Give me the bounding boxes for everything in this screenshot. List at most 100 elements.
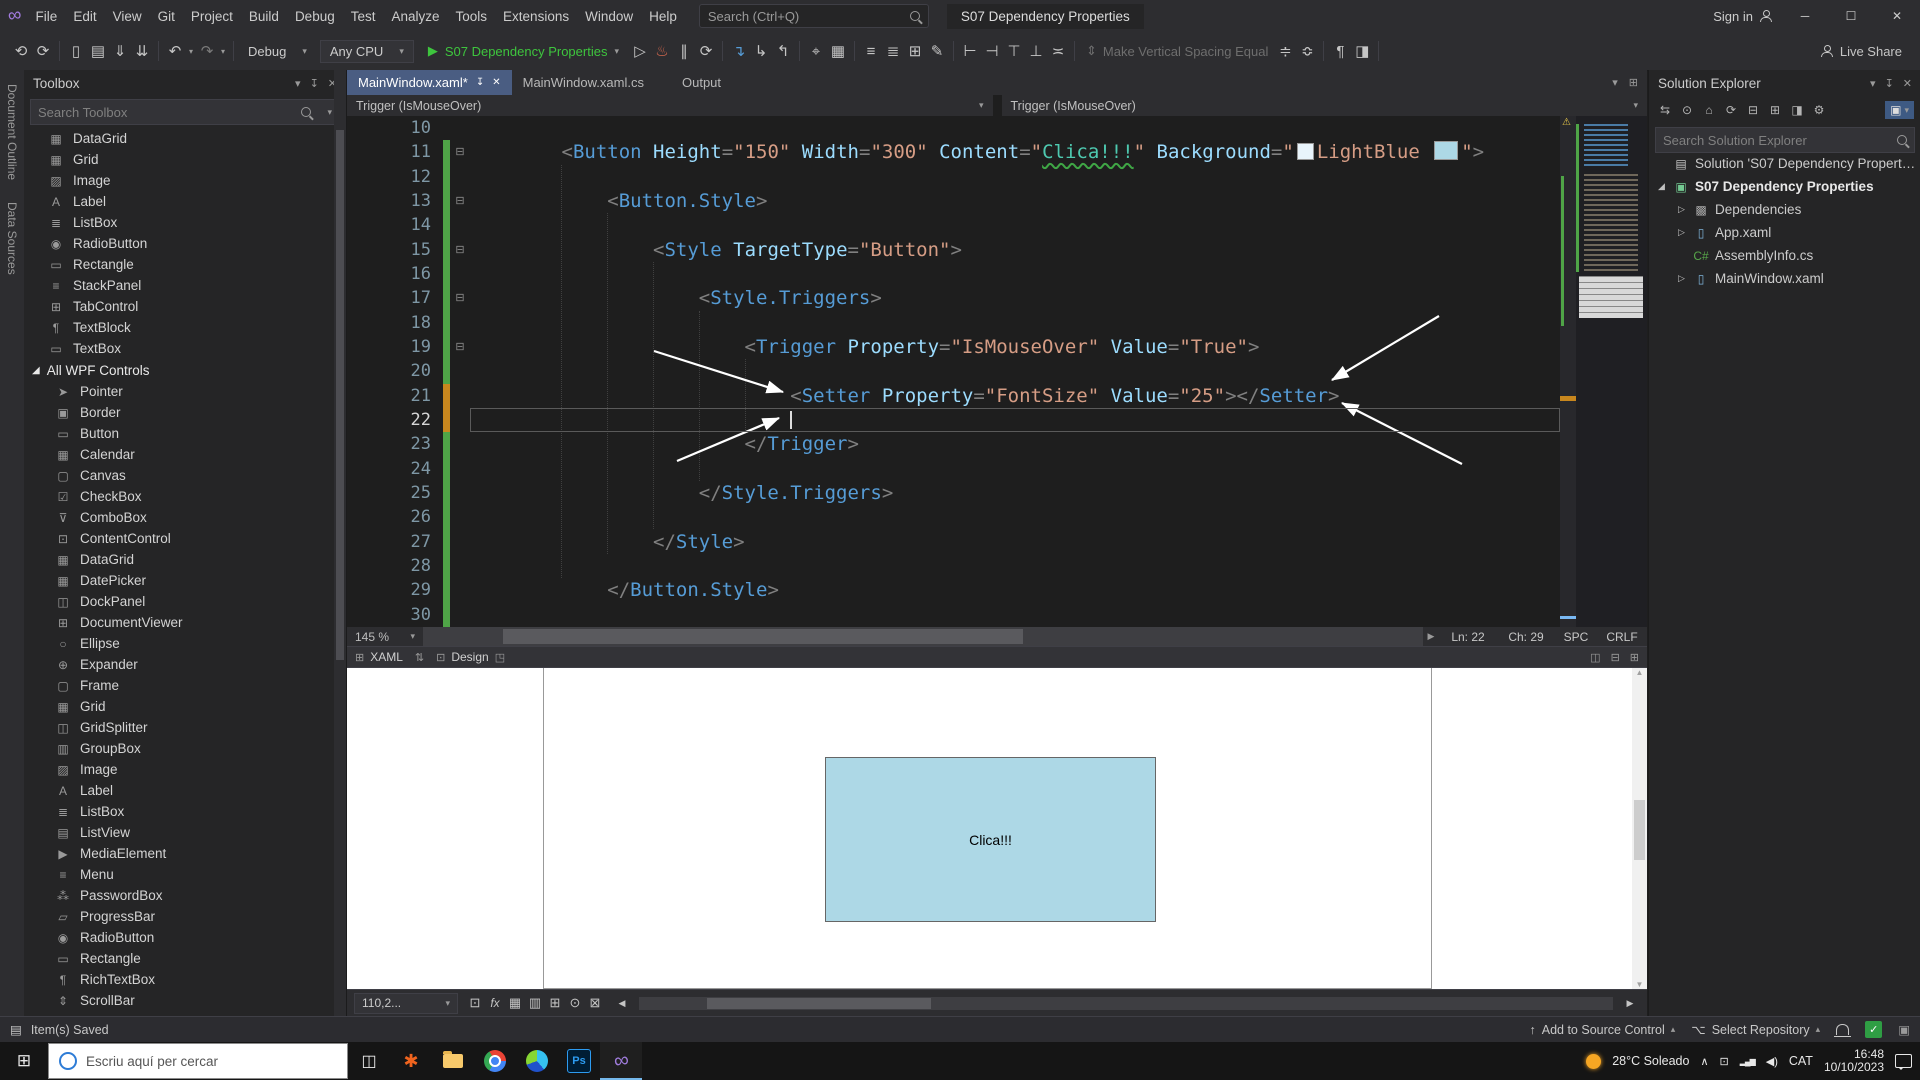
- toolbox-item[interactable]: ≣ ListBox: [24, 212, 334, 233]
- horizontal-scrollbar[interactable]: [423, 627, 1423, 646]
- notifications-bell-icon[interactable]: [1834, 1024, 1852, 1037]
- sign-in-button[interactable]: Sign in: [1703, 9, 1782, 24]
- code-line[interactable]: 12: [347, 164, 1560, 189]
- design-toolbar-icon[interactable]: ⊞: [545, 993, 565, 1013]
- scroll-down-icon[interactable]: ▼: [1636, 980, 1644, 989]
- toolbar-icon[interactable]: ▾: [186, 39, 196, 63]
- collapse-region-icon[interactable]: ⊟: [450, 238, 470, 262]
- visual-studio-taskbar-icon[interactable]: ∞: [600, 1042, 642, 1080]
- code-line[interactable]: 25 </Style.Triggers>: [347, 480, 1560, 506]
- start-debugging-button[interactable]: ▶ S07 Dependency Properties ▾: [418, 43, 629, 59]
- display-tray-icon[interactable]: ⊡: [1720, 1055, 1729, 1068]
- toolbox-item[interactable]: ◉ RadioButton: [24, 927, 334, 948]
- code-line[interactable]: 15 ⊟ <Style TargetType="Button">: [347, 237, 1560, 262]
- taskbar-search-box[interactable]: Escriu aquí per cercar: [48, 1043, 348, 1079]
- code-line[interactable]: 18: [347, 310, 1560, 335]
- design-surface[interactable]: Clica!!! ▲ ▼: [347, 668, 1647, 989]
- toolbox-item[interactable]: A Label: [24, 780, 334, 801]
- menu-item[interactable]: Edit: [65, 6, 104, 27]
- toolbox-item[interactable]: ➤ Pointer: [24, 381, 334, 402]
- collapse-region-icon[interactable]: ⊟: [450, 140, 470, 164]
- editor-tab[interactable]: MainWindow.xaml* ↧ ✕: [347, 70, 512, 95]
- toolbar-icon[interactable]: ◨: [1351, 39, 1373, 63]
- toolbar-icon[interactable]: ∥: [673, 39, 695, 63]
- scroll-right-icon[interactable]: ▶: [1620, 993, 1640, 1013]
- toolbox-item[interactable]: ▦ DataGrid: [24, 128, 334, 149]
- solution-toolbar-icon[interactable]: ⊙: [1678, 100, 1696, 120]
- editor-minimap[interactable]: [1576, 116, 1647, 627]
- design-toolbar-icon[interactable]: ⊙: [565, 993, 585, 1013]
- menu-item[interactable]: Test: [343, 6, 384, 27]
- toolbar-icon[interactable]: ↶: [164, 39, 186, 63]
- toolbar-icon[interactable]: [1073, 41, 1075, 61]
- data-sources-tab[interactable]: Data Sources: [5, 202, 19, 275]
- code-line[interactable]: 14: [347, 213, 1560, 238]
- toolbar-icon[interactable]: ↳: [750, 39, 772, 63]
- code-line[interactable]: 13 ⊟ <Button.Style>: [347, 188, 1560, 214]
- code-line[interactable]: 17 ⊟ <Style.Triggers>: [347, 286, 1560, 311]
- toolbox-item[interactable]: ◫ GridSplitter: [24, 717, 334, 738]
- task-view-button[interactable]: ◫: [348, 1042, 390, 1080]
- toolbox-item[interactable]: ▶ MediaElement: [24, 843, 334, 864]
- tab-bar-icon[interactable]: ⊞: [1629, 76, 1638, 89]
- code-editor[interactable]: 10 11 ⊟ <Button Height="150" Width="300" Co…: [347, 116, 1560, 627]
- panel-title-icon[interactable]: ▾: [295, 77, 301, 90]
- solution-toolbar-icon[interactable]: ⇆: [1656, 100, 1674, 120]
- toolbox-item[interactable]: ⊕ Expander: [24, 654, 334, 675]
- toolbox-item[interactable]: ≣ ListBox: [24, 801, 334, 822]
- code-line[interactable]: 24: [347, 456, 1560, 481]
- code-line[interactable]: 26: [347, 505, 1560, 530]
- toolbox-item[interactable]: ▢ Frame: [24, 675, 334, 696]
- solution-tree-item[interactable]: ◢ ▣ S07 Dependency Properties: [1649, 175, 1920, 198]
- toolbar-icon[interactable]: ≎: [1296, 39, 1318, 63]
- toolbox-item[interactable]: ▱ ProgressBar: [24, 906, 334, 927]
- toolbar-icon[interactable]: ⌖: [805, 39, 827, 63]
- toolbox-item[interactable]: ⊞ TabControl: [24, 296, 334, 317]
- popout-icon[interactable]: ◳: [495, 651, 505, 664]
- panel-title-icon[interactable]: ▾: [1870, 77, 1876, 90]
- menu-item[interactable]: Window: [577, 6, 641, 27]
- editor-tab[interactable]: MainWindow.xaml.cs: [512, 70, 671, 95]
- toolbox-item[interactable]: ▦ DatePicker: [24, 570, 334, 591]
- code-line[interactable]: 27 </Style>: [347, 529, 1560, 554]
- expander-icon[interactable]: ▷: [1676, 227, 1687, 238]
- collapse-region-icon[interactable]: ⊟: [450, 335, 470, 359]
- toolbox-item[interactable]: ▦ Calendar: [24, 444, 334, 465]
- xaml-design-splitter[interactable]: ⊞ XAML ⇅ ⊡ Design ◳ ◫ ⊟ ⊞: [347, 646, 1647, 668]
- solution-toolbar-icon[interactable]: ⟳: [1722, 100, 1740, 120]
- line-ending-indicator[interactable]: CRLF: [1597, 630, 1647, 644]
- toolbar-icon[interactable]: ⊤: [1003, 39, 1025, 63]
- chrome-icon[interactable]: [474, 1042, 516, 1080]
- toolbar-icon[interactable]: ≡: [860, 39, 882, 63]
- solution-toolbar-icon[interactable]: ⚙: [1810, 100, 1828, 120]
- toolbox-item[interactable]: ≡ Menu: [24, 864, 334, 885]
- collapse-pane-icon[interactable]: ⊟: [1611, 651, 1620, 664]
- toolbar-icon[interactable]: ⟲: [10, 39, 32, 63]
- orange-app-icon[interactable]: ✱: [390, 1042, 432, 1080]
- solution-tree-item[interactable]: ▤ Solution 'S07 Dependency Properties' (…: [1649, 152, 1920, 175]
- switch-views-button[interactable]: ▣ ▾: [1885, 101, 1914, 119]
- toolbar-icon[interactable]: ≍: [1047, 39, 1069, 63]
- editor-tab[interactable]: Output: [671, 70, 748, 95]
- toolbar-icon[interactable]: [853, 41, 855, 61]
- toolbox-item[interactable]: ▭ Rectangle: [24, 254, 334, 275]
- design-toolbar-icon[interactable]: ▥: [525, 993, 545, 1013]
- scrollbar-thumb[interactable]: [1634, 799, 1645, 860]
- editor-scrollbar[interactable]: ⚠: [1560, 116, 1576, 627]
- hidden-icons-chevron[interactable]: ∧: [1700, 1055, 1708, 1068]
- solution-toolbar-icon[interactable]: ◨: [1788, 100, 1806, 120]
- solution-search-input[interactable]: Search Solution Explorer: [1655, 127, 1915, 153]
- design-toolbar-icon[interactable]: fx: [485, 993, 505, 1013]
- toolbar-icon[interactable]: ⟳: [32, 39, 54, 63]
- toolbox-item[interactable]: ≡ StackPanel: [24, 275, 334, 296]
- toolbox-group-header[interactable]: ◢ All WPF Controls: [24, 359, 334, 381]
- toolbar-icon[interactable]: ▾: [218, 39, 228, 63]
- code-line[interactable]: 22: [347, 407, 1560, 433]
- code-line[interactable]: 23 </Trigger>: [347, 432, 1560, 457]
- toolbox-item[interactable]: ¶ RichTextBox: [24, 969, 334, 990]
- nav-type-dropdown[interactable]: Trigger (IsMouseOver) ▾: [347, 95, 993, 116]
- solution-tree-item[interactable]: C# AssemblyInfo.cs: [1649, 244, 1920, 267]
- menu-item[interactable]: Debug: [287, 6, 343, 27]
- select-repository-button[interactable]: ⌥ Select Repository ▴: [1691, 1022, 1820, 1038]
- menu-item[interactable]: Tools: [448, 6, 496, 27]
